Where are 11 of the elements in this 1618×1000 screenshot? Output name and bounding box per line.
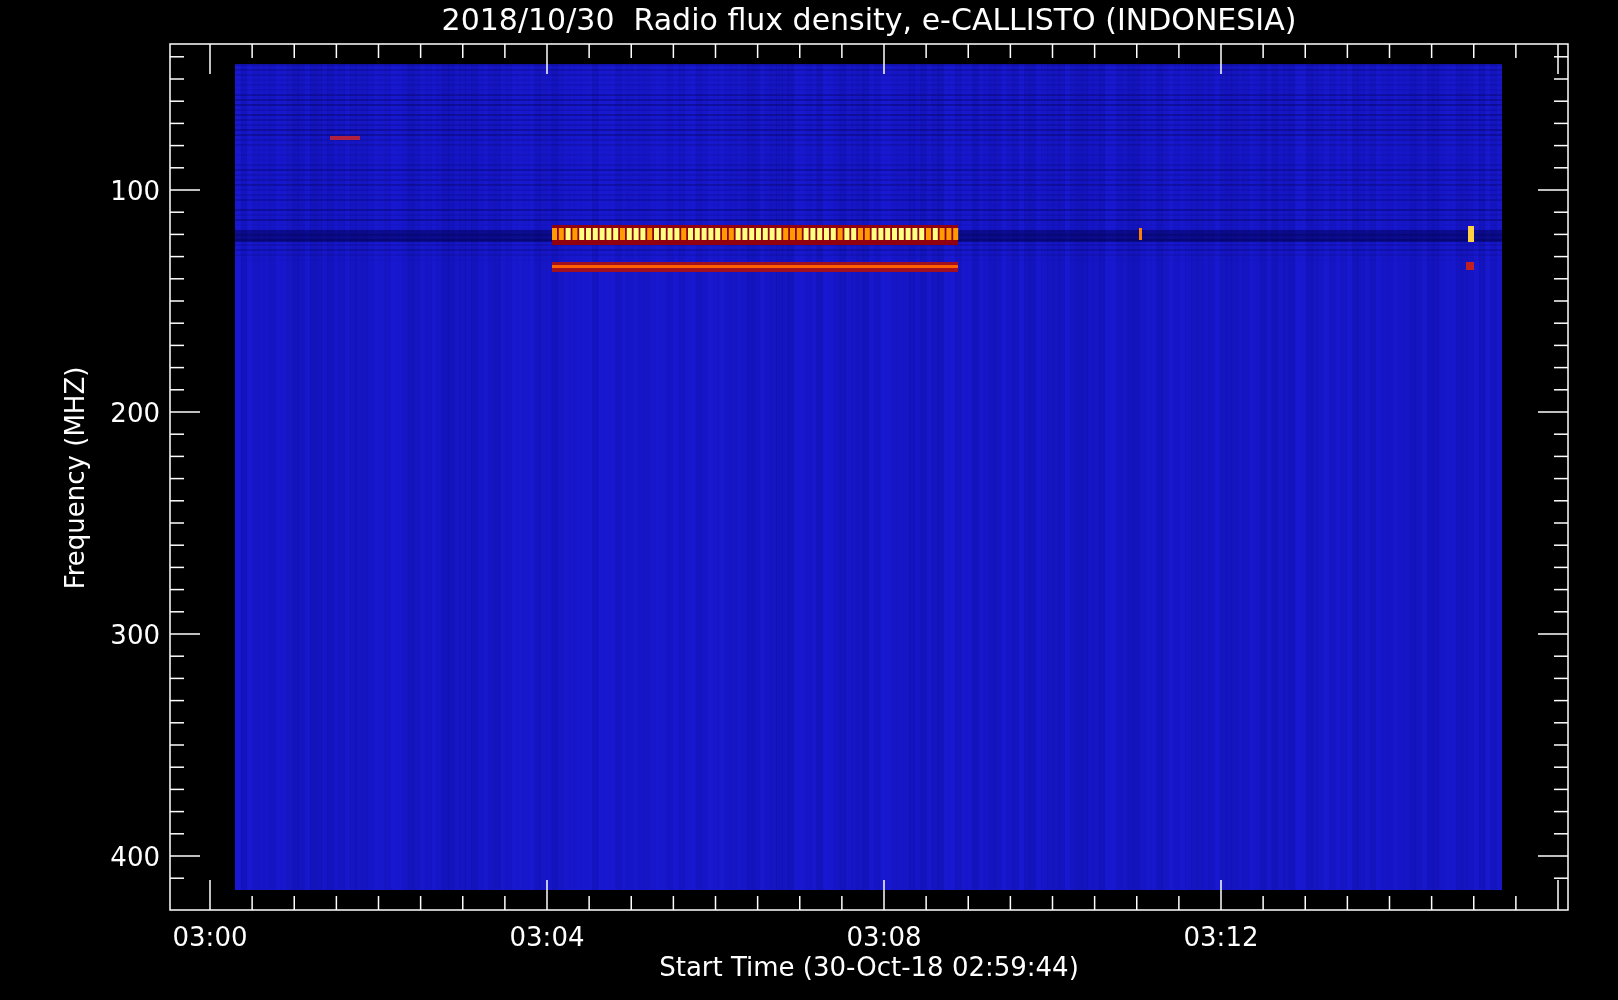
- y-tick-label: 100: [110, 176, 160, 206]
- y-tick-label: 400: [110, 842, 160, 872]
- y-tick-label: 300: [110, 620, 160, 650]
- y-axis-title: Frequency (MHZ): [60, 366, 90, 590]
- y-tick-label: 200: [110, 398, 160, 428]
- x-tick-label: 03:08: [846, 922, 922, 952]
- x-tick-label: 03:04: [509, 922, 585, 952]
- x-tick-label: 03:00: [172, 922, 248, 952]
- x-axis-title: Start Time (30-Oct-18 02:59:44): [659, 952, 1079, 982]
- chart-title: 2018/10/30 Radio flux density, e-CALLISTO (INDONESIA): [441, 2, 1297, 37]
- x-tick-label: 03:12: [1183, 922, 1259, 952]
